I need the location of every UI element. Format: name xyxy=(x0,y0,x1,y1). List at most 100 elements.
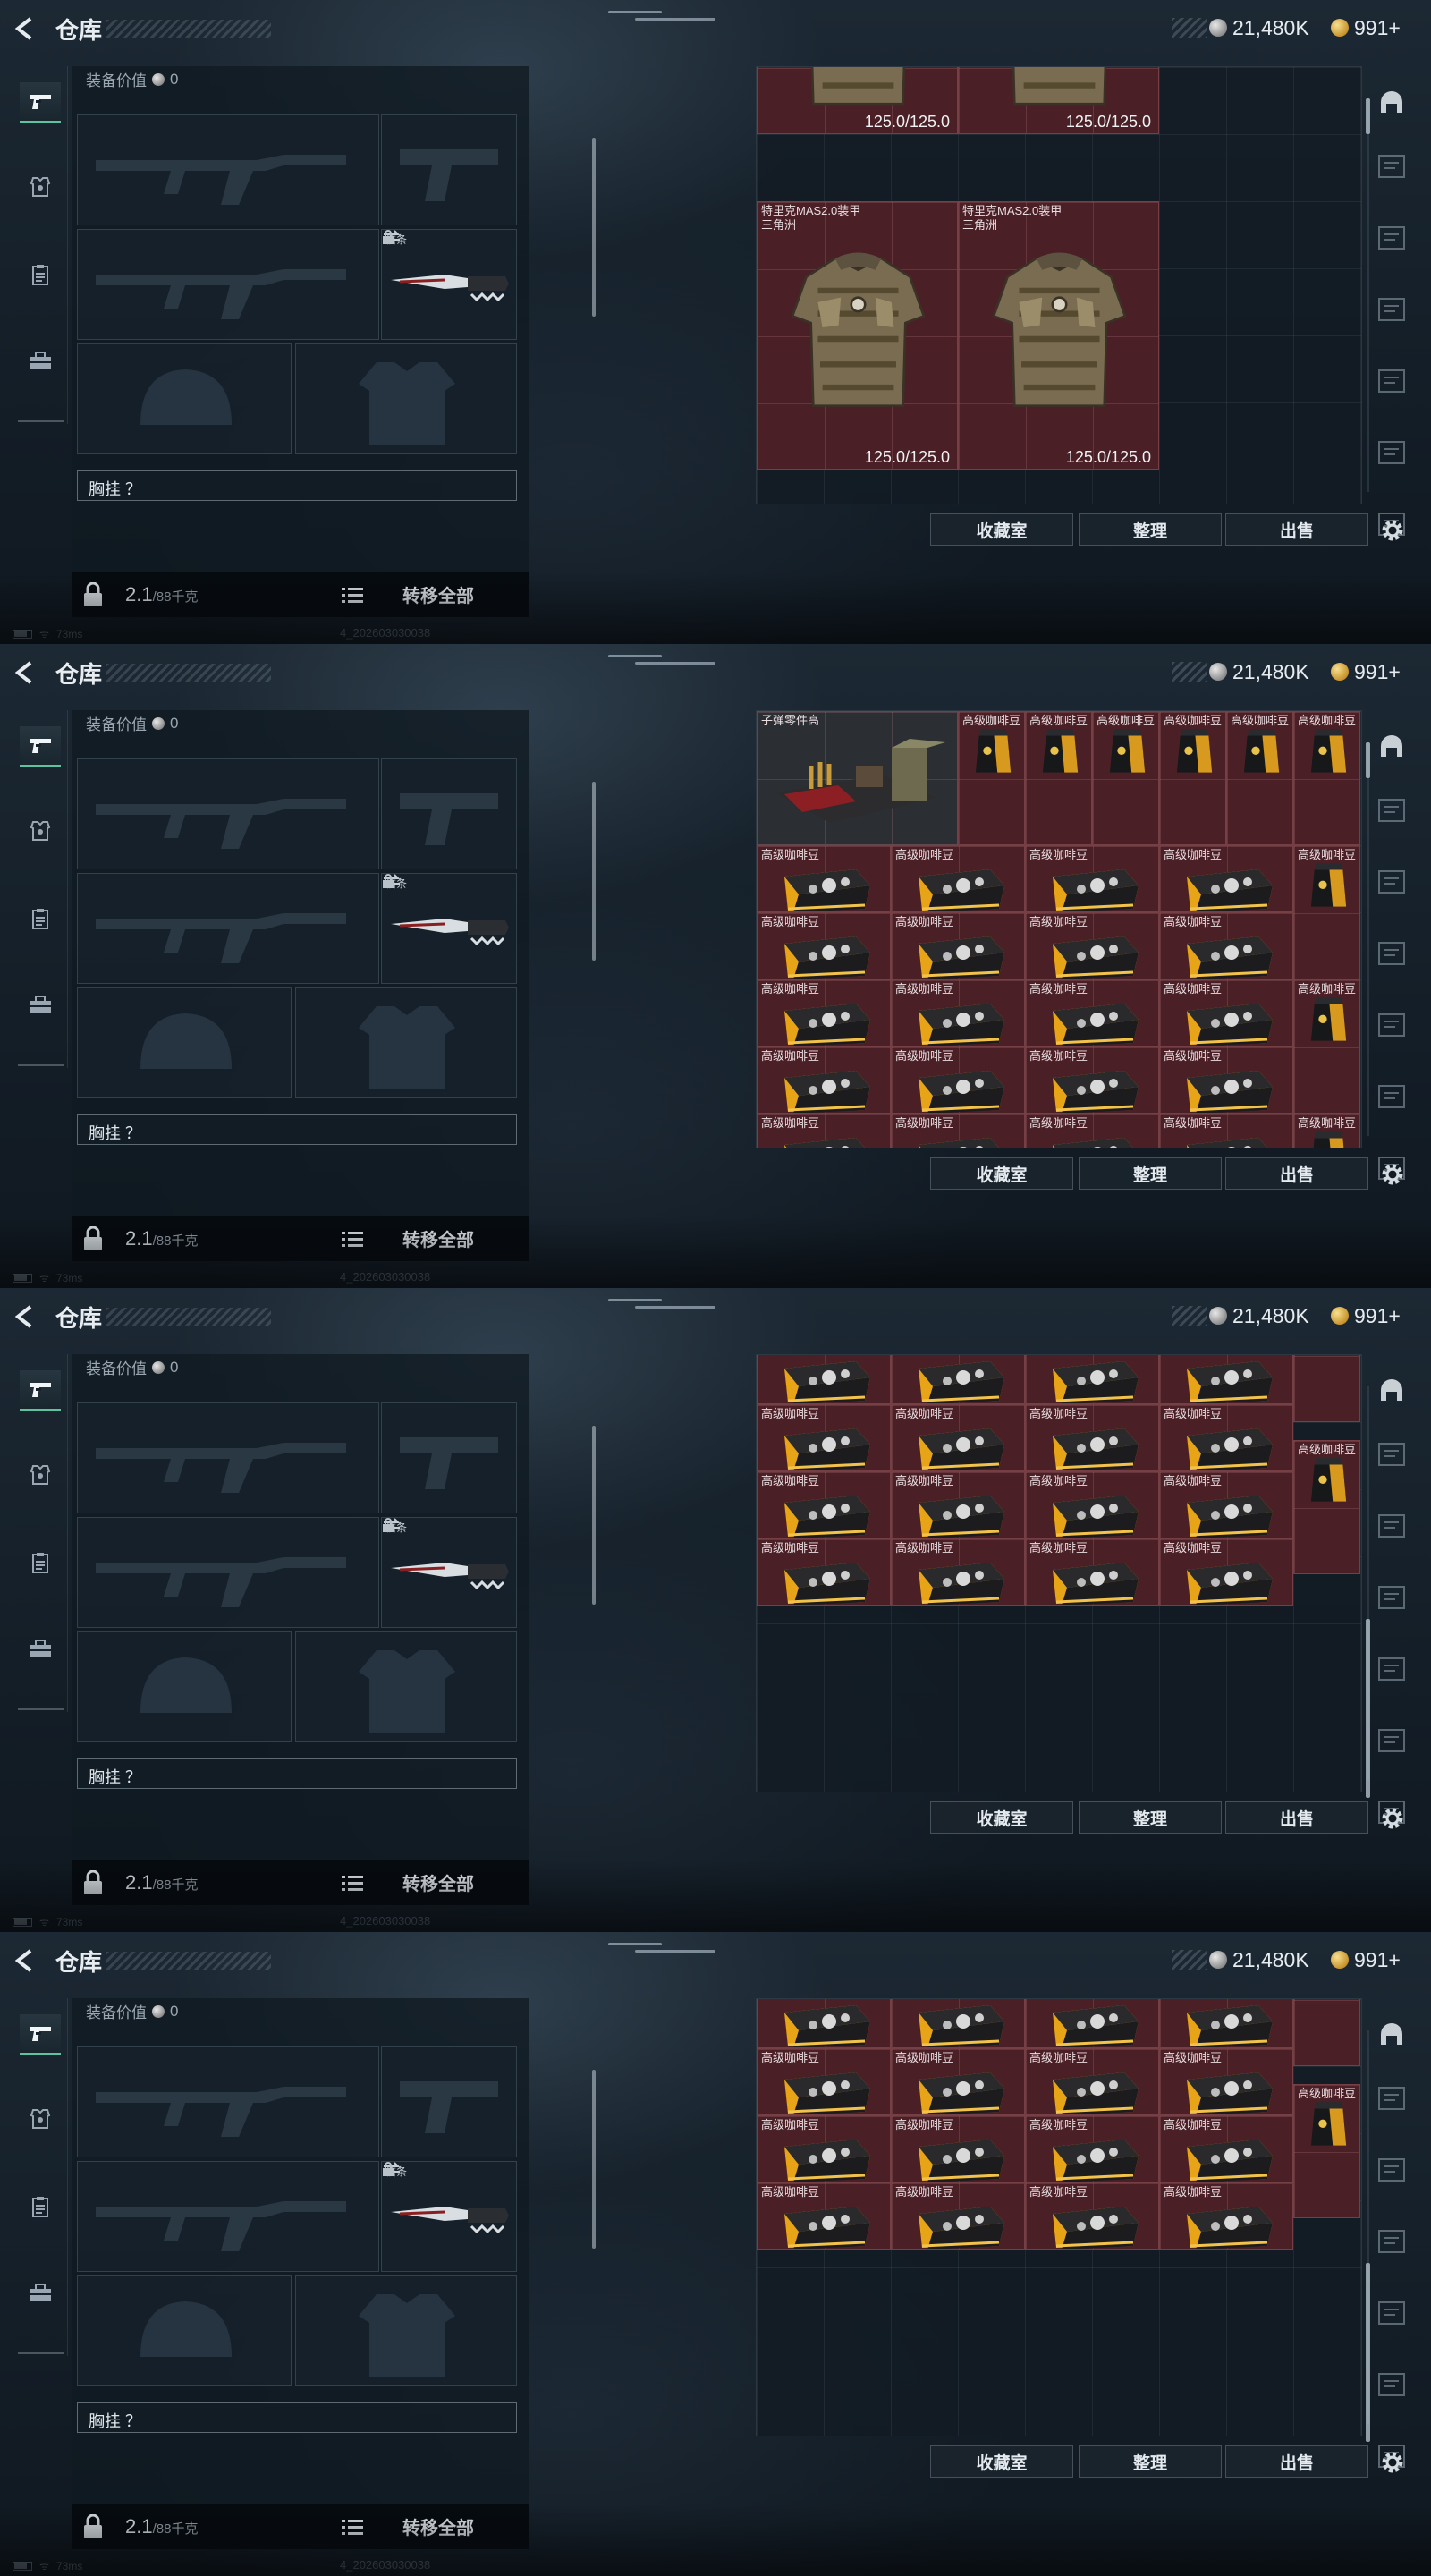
inventory-item[interactable]: 高级咖啡豆 xyxy=(1159,1404,1293,1471)
item-side-icon[interactable] xyxy=(1374,292,1410,327)
item-side-icon[interactable] xyxy=(1374,2152,1410,2188)
gear-icon[interactable] xyxy=(1377,2447,1408,2478)
inventory-item[interactable]: 高级咖啡豆 xyxy=(1159,2048,1293,2115)
item-side-icon[interactable] xyxy=(1374,864,1410,900)
inventory-item[interactable]: 高级咖啡豆 xyxy=(1159,1471,1293,1538)
body-armor-slot[interactable] xyxy=(295,2275,517,2386)
organize-button[interactable]: 整理 xyxy=(1079,2445,1222,2478)
helmet-slot[interactable] xyxy=(77,987,292,1098)
item-side-icon[interactable] xyxy=(1374,792,1410,828)
tab-armor[interactable] xyxy=(20,1454,61,1496)
helmet-side-icon[interactable] xyxy=(1374,86,1410,122)
inventory-item[interactable]: 高级咖啡豆 xyxy=(1293,979,1360,1114)
inventory-item[interactable]: 高级咖啡豆 xyxy=(1226,711,1293,845)
primary-weapon-slot[interactable] xyxy=(77,758,379,869)
tab-weapons[interactable] xyxy=(20,1370,61,1411)
secondary-weapon-slot[interactable] xyxy=(381,1402,517,1513)
item-side-icon[interactable] xyxy=(1374,435,1410,470)
inventory-item[interactable]: 高级咖啡豆 xyxy=(757,1471,891,1538)
helmet-side-icon[interactable] xyxy=(1374,1374,1410,1410)
back-icon[interactable] xyxy=(13,16,38,41)
chest-rig-slot[interactable]: 胸挂 ？ xyxy=(77,1114,517,1145)
tab-tools[interactable] xyxy=(20,984,61,1025)
inventory-item[interactable]: 高级咖啡豆 xyxy=(1159,979,1293,1046)
tab-supplies[interactable] xyxy=(20,898,61,939)
inventory-item[interactable]: 高级咖啡豆 xyxy=(1159,1538,1293,1606)
inventory-item[interactable]: 高级咖啡豆 xyxy=(1025,2182,1159,2250)
silver-currency[interactable]: 21,480K xyxy=(1209,14,1309,41)
inventory-item[interactable]: 高级咖啡豆 xyxy=(891,1471,1025,1538)
secondary-weapon-slot[interactable] xyxy=(381,2046,517,2157)
warehouse-scroll-thumb[interactable] xyxy=(1366,98,1370,134)
list-icon[interactable] xyxy=(342,2518,363,2536)
helmet-slot[interactable] xyxy=(77,2275,292,2386)
inventory-item[interactable]: 高级咖啡豆 xyxy=(1159,2182,1293,2250)
item-side-icon[interactable] xyxy=(1374,1723,1410,1758)
inventory-item[interactable]: 高级咖啡豆 xyxy=(757,1114,891,1148)
tab-supplies[interactable] xyxy=(20,254,61,295)
lock-icon[interactable] xyxy=(82,582,104,607)
primary-weapon-slot[interactable] xyxy=(77,1402,379,1513)
back-icon[interactable] xyxy=(13,1304,38,1329)
inventory-item[interactable]: 高级咖啡豆 xyxy=(1025,1999,1159,2048)
tab-tools[interactable] xyxy=(20,1628,61,1669)
tab-tools[interactable] xyxy=(20,340,61,381)
inventory-item[interactable]: 高级咖啡豆 xyxy=(891,845,1025,912)
inventory-item[interactable]: 高级咖啡豆 xyxy=(1025,1404,1159,1471)
gold-currency[interactable]: 991+ xyxy=(1331,14,1401,41)
inventory-item[interactable]: 高级咖啡豆 xyxy=(1293,845,1360,979)
inventory-item[interactable]: 高级咖啡豆 xyxy=(1025,2048,1159,2115)
gear-icon[interactable] xyxy=(1377,1803,1408,1834)
inventory-item[interactable]: 高级咖啡豆 xyxy=(757,1538,891,1606)
helmet-side-icon[interactable] xyxy=(1374,730,1410,766)
inventory-item[interactable]: 高级咖啡豆 xyxy=(1159,711,1226,845)
tab-supplies[interactable] xyxy=(20,1542,61,1583)
tab-weapons[interactable] xyxy=(20,2014,61,2055)
list-icon[interactable] xyxy=(342,1230,363,1248)
inventory-item[interactable]: 高级咖啡豆 xyxy=(891,1999,1025,2048)
chest-rig-slot[interactable]: 胸挂 ？ xyxy=(77,470,517,501)
inventory-item[interactable]: 高级咖啡豆 xyxy=(1025,711,1092,845)
inventory-item[interactable]: 高级咖啡豆 xyxy=(1159,2115,1293,2182)
inventory-item[interactable]: 高级咖啡豆 xyxy=(1293,1999,1360,2066)
primary-weapon-slot[interactable] xyxy=(77,114,379,225)
inventory-item[interactable]: 高级咖啡豆 xyxy=(1025,1471,1159,1538)
equipment-scrollbar[interactable] xyxy=(592,2070,596,2249)
equipment-scrollbar[interactable] xyxy=(592,782,596,961)
inventory-item[interactable]: 高级咖啡豆 xyxy=(891,2048,1025,2115)
inventory-item[interactable]: 高级咖啡豆 xyxy=(1293,2084,1360,2218)
collection-button[interactable]: 收藏室 xyxy=(930,513,1073,546)
inventory-item[interactable]: 高级咖啡豆 xyxy=(1293,1440,1360,1574)
equipment-scrollbar[interactable] xyxy=(592,1426,596,1605)
tab-supplies[interactable] xyxy=(20,2186,61,2227)
inventory-item[interactable]: 高级咖啡豆 xyxy=(891,912,1025,979)
item-side-icon[interactable] xyxy=(1374,2295,1410,2331)
inventory-item[interactable]: 高级咖啡豆 xyxy=(1159,1355,1293,1404)
inventory-item[interactable]: 高级咖啡豆 xyxy=(1025,979,1159,1046)
item-side-icon[interactable] xyxy=(1374,2224,1410,2259)
item-side-icon[interactable] xyxy=(1374,148,1410,184)
primary-weapon-slot[interactable] xyxy=(77,2046,379,2157)
gold-currency[interactable]: 991+ xyxy=(1331,1302,1401,1329)
secondary-weapon-slot[interactable] xyxy=(381,758,517,869)
transfer-all-button[interactable]: 转移全部 xyxy=(402,581,474,607)
collection-button[interactable]: 收藏室 xyxy=(930,1157,1073,1190)
inventory-item[interactable]: 高级咖啡豆 xyxy=(757,979,891,1046)
inventory-item[interactable]: 子弹零件高 xyxy=(757,711,958,845)
silver-currency[interactable]: 21,480K xyxy=(1209,1946,1309,1973)
inventory-item[interactable]: 高级咖啡豆 xyxy=(891,1355,1025,1404)
inventory-item[interactable]: 高级咖啡豆 xyxy=(757,845,891,912)
inventory-item[interactable]: 高级咖啡豆 xyxy=(757,1404,891,1471)
gold-currency[interactable]: 991+ xyxy=(1331,658,1401,685)
organize-button[interactable]: 整理 xyxy=(1079,1157,1222,1190)
knife-slot[interactable]: 信条 xyxy=(381,1517,517,1628)
collection-button[interactable]: 收藏室 xyxy=(930,2445,1073,2478)
gear-icon[interactable] xyxy=(1377,515,1408,546)
inventory-item[interactable]: 高级咖啡豆 xyxy=(891,1404,1025,1471)
knife-slot[interactable]: 信条 xyxy=(381,873,517,984)
inventory-item[interactable]: 高级咖啡豆 xyxy=(891,979,1025,1046)
inventory-item[interactable]: 高级咖啡豆 xyxy=(1159,1999,1293,2048)
inventory-item[interactable]: 125.0/125.0特里克MAS2.0装甲 三角洲 xyxy=(958,67,1159,134)
item-side-icon[interactable] xyxy=(1374,1007,1410,1043)
secondary-weapon-slot[interactable] xyxy=(381,114,517,225)
